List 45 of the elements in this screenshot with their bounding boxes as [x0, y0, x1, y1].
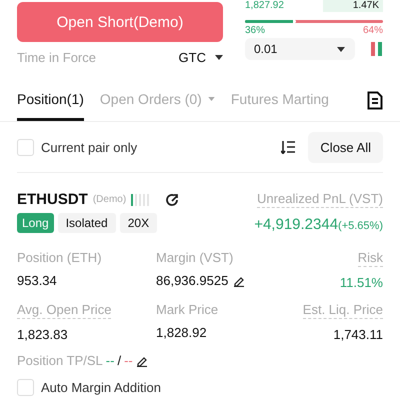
book-layout-icon[interactable]	[371, 41, 383, 57]
tag: 20X	[120, 213, 158, 233]
field-label: Mark Price	[156, 302, 218, 317]
tag: Isolated	[58, 213, 116, 233]
caret-icon	[337, 46, 345, 52]
document-icon[interactable]	[367, 91, 383, 110]
field-label: Risk	[358, 250, 383, 267]
separator: /	[117, 353, 122, 368]
filter-label: Current pair only	[41, 140, 138, 154]
tp-value: --	[106, 353, 114, 368]
sell-percent: 64%	[362, 25, 383, 36]
sl-value: --	[124, 353, 133, 368]
pnl-label: Unrealized PnL (VST)	[257, 191, 383, 208]
field-label: Position (ETH)	[17, 250, 102, 265]
time-in-force-select[interactable]: GTC	[178, 50, 223, 65]
field-label: Est. Liq. Price	[302, 302, 383, 319]
field-value: 86,936.9525	[156, 273, 228, 288]
field-label: Avg. Open Price	[17, 302, 112, 319]
share-icon[interactable]	[164, 192, 180, 208]
close-all-button[interactable]: Close All	[308, 132, 383, 162]
checkbox[interactable]	[17, 138, 34, 156]
field-label: Margin (VST)	[156, 250, 234, 265]
sort-icon[interactable]	[281, 140, 296, 154]
caret-icon	[208, 97, 215, 101]
field-value: 1,828.92	[156, 325, 207, 340]
symbol: ETHUSDT	[17, 191, 88, 208]
field-value: 1,743.11	[333, 327, 383, 342]
mode-label: (Demo)	[92, 194, 126, 205]
buy-percent: 36%	[245, 25, 266, 36]
checkbox[interactable]	[17, 379, 34, 396]
edit-icon[interactable]	[233, 274, 246, 286]
tag: Long	[17, 213, 54, 233]
pnl-value: +4,919.2344(+5.65%)	[254, 216, 383, 233]
book-size: 1.47K	[322, 0, 383, 12]
book-price: 1,827.92	[245, 0, 284, 12]
auto-margin-label: Auto Margin Addition	[41, 380, 161, 395]
caret-icon	[215, 55, 223, 60]
field-value: 1,823.83	[17, 327, 68, 342]
edit-icon[interactable]	[136, 354, 148, 366]
field-value: 11.51%	[340, 275, 383, 290]
tab[interactable]: Position(1)	[17, 80, 84, 121]
time-in-force-label: Time in Force	[17, 50, 96, 65]
field-value: 953.34	[17, 273, 57, 288]
tpsl-label: Position TP/SL	[17, 353, 103, 368]
precision-select[interactable]: 0.01	[245, 38, 355, 60]
